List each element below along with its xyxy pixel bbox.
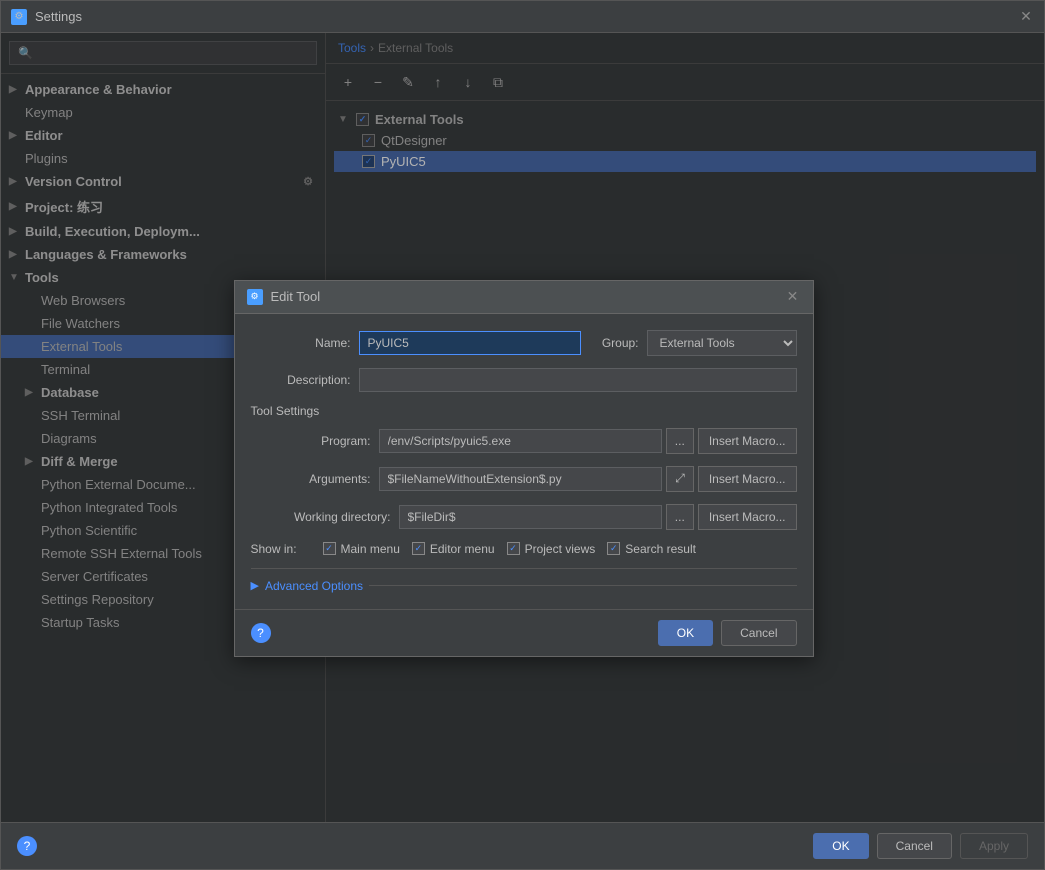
ok-button[interactable]: OK [813,833,868,859]
show-in-main-menu[interactable]: ✓ Main menu [323,542,400,556]
project-views-checkbox[interactable]: ✓ [507,542,520,555]
modal-overlay: ⚙ Edit Tool ✕ Name: Group: External Tool… [1,33,1044,822]
search-result-label: Search result [625,542,696,556]
advanced-options-section[interactable]: ▶ Advanced Options [251,568,797,593]
arguments-input[interactable] [379,467,663,491]
advanced-divider [369,585,796,586]
group-select[interactable]: External Tools [647,330,797,356]
modal-help-button[interactable]: ? [251,623,271,643]
project-views-label: Project views [525,542,596,556]
close-button[interactable]: ✕ [1018,9,1034,25]
modal-title-bar: ⚙ Edit Tool ✕ [235,281,813,314]
name-field-label: Name: [251,336,351,350]
footer-buttons: OK Cancel Apply [813,833,1028,859]
program-insert-macro-button[interactable]: Insert Macro... [698,428,797,454]
working-dir-browse-button[interactable]: ... [666,504,694,530]
arguments-field-group: ⤢ Insert Macro... [379,466,797,492]
name-input[interactable] [359,331,581,355]
program-input[interactable] [379,429,662,453]
arguments-edit-button[interactable]: ⤢ [666,466,694,492]
arguments-label: Arguments: [271,472,371,486]
program-row: Program: ... Insert Macro... [251,428,797,454]
apply-button[interactable]: Apply [960,833,1028,859]
modal-ok-button[interactable]: OK [658,620,713,646]
show-in-label: Show in: [251,542,311,556]
editor-menu-label: Editor menu [430,542,495,556]
search-result-checkbox[interactable]: ✓ [607,542,620,555]
window-title: Settings [35,9,82,24]
main-menu-label: Main menu [341,542,400,556]
modal-icon: ⚙ [247,289,263,305]
main-menu-checkbox[interactable]: ✓ [323,542,336,555]
group-field-label: Group: [589,336,639,350]
name-group-row: Name: Group: External Tools [251,330,797,356]
program-browse-button[interactable]: ... [666,428,694,454]
program-field-group: ... Insert Macro... [379,428,797,454]
working-dir-label: Working directory: [271,510,391,524]
working-dir-insert-macro-button[interactable]: Insert Macro... [698,504,797,530]
advanced-options-label: Advanced Options [265,579,363,593]
modal-title: Edit Tool [271,289,321,304]
working-dir-input[interactable] [399,505,662,529]
tool-settings-section-title: Tool Settings [251,404,797,418]
editor-menu-checkbox[interactable]: ✓ [412,542,425,555]
description-row: Description: [251,368,797,392]
modal-close-button[interactable]: ✕ [785,289,801,305]
title-bar: ⚙ Settings ✕ [1,1,1044,33]
settings-window-icon: ⚙ [11,9,27,25]
arguments-row: Arguments: ⤢ Insert Macro... [251,466,797,492]
advanced-chevron-icon: ▶ [251,579,259,592]
edit-tool-modal: ⚙ Edit Tool ✕ Name: Group: External Tool… [234,280,814,657]
modal-cancel-button[interactable]: Cancel [721,620,796,646]
modal-footer-buttons: OK Cancel [658,620,797,646]
working-dir-field-group: ... Insert Macro... [399,504,797,530]
show-in-search-result[interactable]: ✓ Search result [607,542,696,556]
title-bar-left: ⚙ Settings [11,9,82,25]
show-in-editor-menu[interactable]: ✓ Editor menu [412,542,495,556]
program-label: Program: [271,434,371,448]
help-button[interactable]: ? [17,836,37,856]
working-dir-row: Working directory: ... Insert Macro... [251,504,797,530]
settings-window: ⚙ Settings ✕ ▶ Appearance & Behavior Key… [0,0,1045,870]
show-in-row: Show in: ✓ Main menu ✓ Editor menu ✓ Pro… [251,542,797,556]
main-content: ▶ Appearance & Behavior Keymap ▶ Editor … [1,33,1044,822]
arguments-insert-macro-button[interactable]: Insert Macro... [698,466,797,492]
modal-body: Name: Group: External Tools Description: [235,314,813,609]
description-input[interactable] [359,368,797,392]
modal-title-bar-left: ⚙ Edit Tool [247,289,321,305]
show-in-project-views[interactable]: ✓ Project views [507,542,596,556]
cancel-button[interactable]: Cancel [877,833,952,859]
main-footer: ? OK Cancel Apply [1,822,1044,869]
description-field-label: Description: [251,373,351,387]
modal-footer: ? OK Cancel [235,609,813,656]
